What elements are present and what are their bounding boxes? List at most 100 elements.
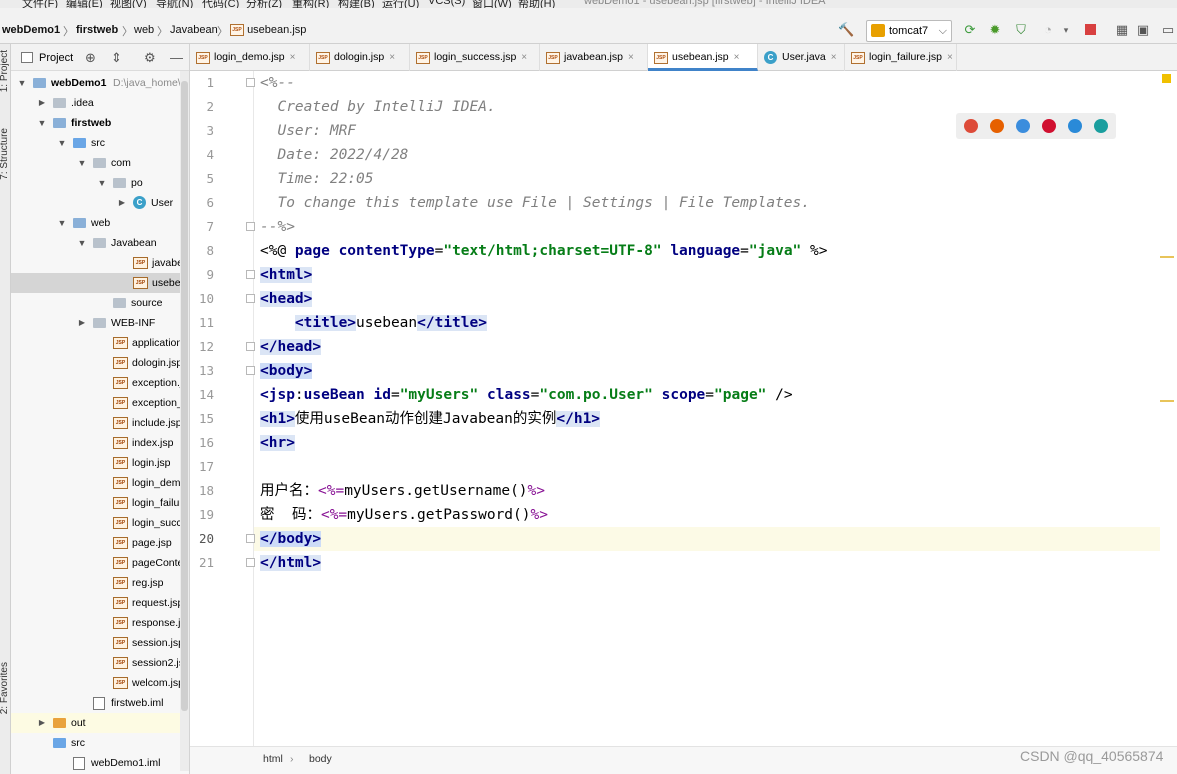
tree-node[interactable]: JSP session2.jsp	[11, 653, 189, 673]
menu-item[interactable]: 运行(U)	[382, 0, 419, 8]
chevron-down-icon[interactable]: ▼	[57, 213, 67, 233]
tree-node[interactable]: JSP index.jsp	[11, 433, 189, 453]
menu-item[interactable]: 视图(V)	[110, 0, 147, 8]
close-icon[interactable]: ×	[389, 52, 395, 63]
close-icon[interactable]: ×	[734, 52, 740, 63]
tree-node[interactable]: JSP welcom.jsp	[11, 673, 189, 693]
tree-node[interactable]: JSPlogin_failure.jsp	[11, 493, 189, 513]
close-icon[interactable]: ×	[947, 52, 953, 63]
crumb-folder-web[interactable]: web	[134, 24, 154, 36]
layout-icon[interactable]: ▭	[1160, 22, 1176, 38]
editor-tab[interactable]: C User.java ×	[758, 44, 845, 71]
editor-tab[interactable]: JSP login_failure.jsp ×	[845, 44, 957, 71]
tree-node[interactable]: JSPapplication.jsp	[11, 333, 189, 353]
tree-node[interactable]: ▼ web	[11, 213, 189, 233]
crumb-body[interactable]: body	[309, 753, 332, 765]
project-structure-icon[interactable]: ▦	[1114, 22, 1130, 38]
search-everywhere-icon[interactable]: ▣	[1135, 22, 1151, 38]
menu-item[interactable]: VCS(S)	[428, 0, 465, 7]
tree-node[interactable]: JSPpageContext.jsp	[11, 553, 189, 573]
firefox-browser-icon[interactable]	[990, 119, 1004, 133]
tree-node[interactable]: JSP dologin.jsp	[11, 353, 189, 373]
ie-browser-icon[interactable]	[1068, 119, 1082, 133]
crumb-html[interactable]: html	[263, 753, 283, 765]
tree-node[interactable]: JSP exception.jsp	[11, 373, 189, 393]
chrome-browser-icon[interactable]	[964, 119, 978, 133]
warning-marker[interactable]	[1160, 256, 1174, 258]
menu-item[interactable]: 构建(B)	[338, 0, 375, 8]
favorites-tool-window-button[interactable]: 2: Favorites	[0, 662, 10, 714]
editor-tab[interactable]: JSP javabean.jsp ×	[540, 44, 648, 71]
tree-node[interactable]: ▼ firstweb	[11, 113, 189, 133]
chevron-down-icon[interactable]: ▼	[77, 233, 87, 253]
menu-item[interactable]: 编辑(E)	[66, 0, 103, 8]
chevron-right-icon[interactable]: ▶	[77, 313, 87, 333]
tree-node[interactable]: JSPlogin_success.jsp	[11, 513, 189, 533]
tree-node[interactable]: ▼ src	[11, 133, 189, 153]
tree-node[interactable]: JSP page.jsp	[11, 533, 189, 553]
tree-node[interactable]: webDemo1.iml	[11, 753, 189, 773]
chevron-right-icon[interactable]: ▶	[37, 713, 47, 733]
tree-node[interactable]: JSPlogin_demo.jsp	[11, 473, 189, 493]
chevron-right-icon[interactable]: ▶	[117, 193, 127, 213]
warning-marker[interactable]	[1160, 400, 1174, 402]
close-icon[interactable]: ×	[521, 52, 527, 63]
close-icon[interactable]: ×	[628, 52, 634, 63]
crumb-file[interactable]: JSP usebean.jsp	[230, 24, 306, 37]
tree-node[interactable]: JSP request.jsp	[11, 593, 189, 613]
tree-node[interactable]: ▼ Javabean	[11, 233, 189, 253]
editor-tab[interactable]: JSP dologin.jsp ×	[310, 44, 410, 71]
tree-node[interactable]: JSP reg.jsp	[11, 573, 189, 593]
chevron-down-icon[interactable]: ▼	[17, 73, 27, 93]
gear-icon[interactable]: ⚙	[144, 50, 156, 66]
profile-icon[interactable]: ◔	[1040, 22, 1056, 38]
chevron-down-icon[interactable]: ▼	[77, 153, 87, 173]
crumb-folder-javabean[interactable]: Javabean	[170, 24, 218, 36]
editor-tab[interactable]: JSP usebean.jsp ×	[648, 44, 758, 71]
coverage-icon[interactable]: ⛉	[1013, 22, 1029, 38]
chevron-down-icon[interactable]: ▼	[57, 133, 67, 153]
menu-item[interactable]: 文件(F)	[22, 0, 58, 8]
debug-bug-icon[interactable]: ✹	[987, 22, 1003, 38]
collapse-all-icon[interactable]: ⇕	[111, 50, 122, 66]
build-hammer-icon[interactable]: 🔨	[838, 22, 854, 38]
tree-node[interactable]: ▶ WEB-INF	[11, 313, 189, 333]
more-run-chevron-icon[interactable]: ▾	[1058, 22, 1074, 38]
menu-item[interactable]: 窗口(W)	[472, 0, 512, 8]
editor-tab[interactable]: JSP login_success.jsp ×	[410, 44, 540, 71]
opera-browser-icon[interactable]	[1042, 119, 1056, 133]
menu-item[interactable]: 重构(R)	[292, 0, 329, 8]
menu-item[interactable]: 帮助(H)	[518, 0, 555, 8]
close-icon[interactable]: ×	[831, 52, 837, 63]
menu-item[interactable]: 代码(C)	[202, 0, 239, 8]
inspection-status-icon[interactable]	[1162, 74, 1171, 83]
scrollbar-thumb[interactable]	[181, 81, 188, 711]
menu-item[interactable]: 导航(N)	[156, 0, 193, 8]
tree-node[interactable]: JSP session.jsp	[11, 633, 189, 653]
tree-node[interactable]: ▼ webDemo1 D:\java_home\w	[11, 73, 189, 93]
tree-node[interactable]: JSP login.jsp	[11, 453, 189, 473]
hide-icon[interactable]: —	[170, 50, 183, 65]
chevron-down-icon[interactable]: ▼	[97, 173, 107, 193]
tree-node[interactable]: ▼ po	[11, 173, 189, 193]
tree-node[interactable]: JSP include.jsp	[11, 413, 189, 433]
tree-node[interactable]: src	[11, 733, 189, 753]
code-editor[interactable]: <%-- Created by IntelliJ IDEA. User: MRF…	[254, 71, 1160, 746]
stop-icon[interactable]	[1082, 22, 1098, 38]
edge-browser-icon[interactable]	[1094, 119, 1108, 133]
tree-node[interactable]: firstweb.iml	[11, 693, 189, 713]
editor-tab[interactable]: JSP login_demo.jsp ×	[190, 44, 310, 71]
locate-icon[interactable]: ⊕	[85, 50, 96, 66]
tree-node[interactable]: ▶ .idea	[11, 93, 189, 113]
tree-node[interactable]: JSPjavabean.jsp	[11, 253, 189, 273]
project-tree-scrollbar[interactable]	[180, 71, 189, 771]
run-configuration-select[interactable]: tomcat7 ⌵	[866, 20, 952, 42]
project-panel-title[interactable]: Project	[39, 52, 73, 64]
tree-node[interactable]: ▶ C User	[11, 193, 189, 213]
chevron-down-icon[interactable]: ▼	[37, 113, 47, 133]
tree-node[interactable]: JSPusebean.jsp	[11, 273, 189, 293]
menu-item[interactable]: 分析(Z)	[246, 0, 282, 8]
crumb-project[interactable]: webDemo1	[2, 24, 60, 36]
safari-browser-icon[interactable]	[1016, 119, 1030, 133]
project-tool-window-button[interactable]: 1: Project	[0, 50, 10, 92]
